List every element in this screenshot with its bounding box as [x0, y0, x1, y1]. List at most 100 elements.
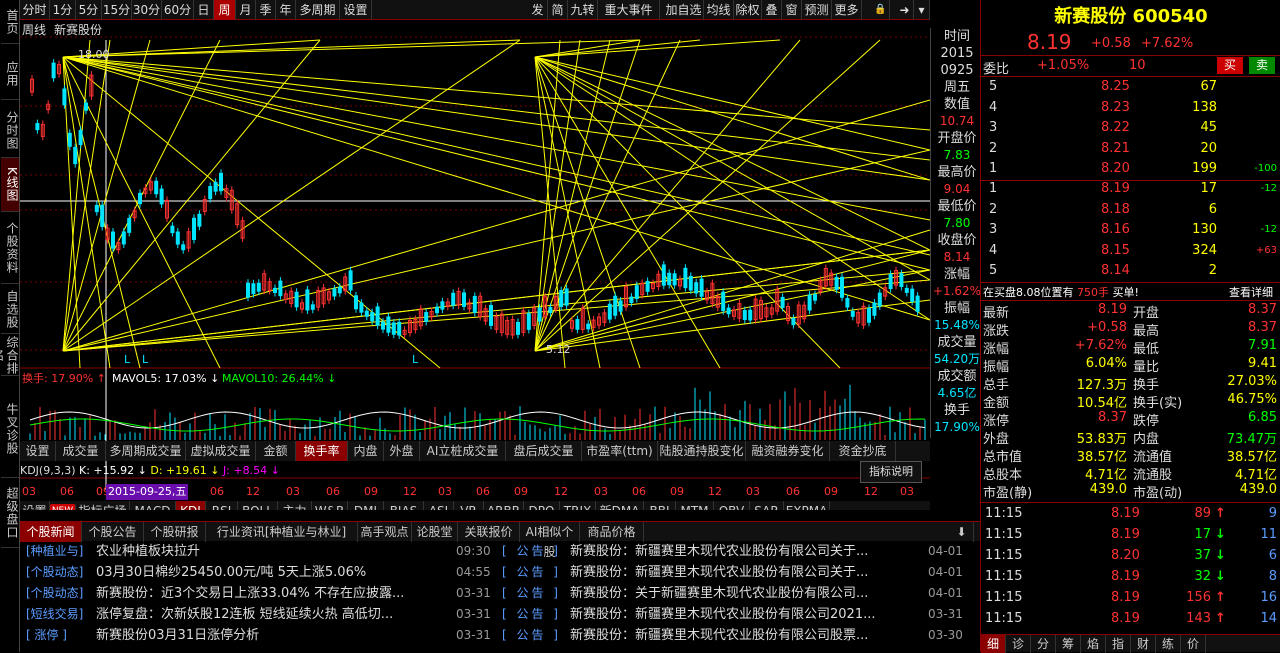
ind-tab-1[interactable]: 成交量: [56, 441, 106, 461]
ind-tab-9[interactable]: 盘后成交量: [506, 441, 582, 461]
sell-button[interactable]: 卖: [1249, 57, 1275, 74]
ind-name-9[interactable]: DMI: [348, 501, 384, 510]
ind-name-20[interactable]: SAR: [750, 501, 784, 510]
toolbar-3[interactable]: 重大事件: [598, 0, 660, 20]
news-ann-2[interactable]: 新赛股份：关于新疆赛里木现代农业股份有限公司...: [570, 583, 916, 604]
ind-name-21[interactable]: EXPMA: [784, 501, 830, 510]
download-icon[interactable]: ⬇: [950, 522, 974, 542]
ind-tab-5[interactable]: 换手率: [296, 441, 348, 461]
quote-tab-7[interactable]: 练: [1156, 635, 1181, 653]
dropdown-icon[interactable]: ▾: [914, 0, 930, 20]
period-3[interactable]: 15分: [102, 0, 132, 20]
ind-tab-4[interactable]: 金额: [256, 441, 296, 461]
news-row-0[interactable]: [种植业与] 农业种植板块拉升 09:30 [ 公告 ] 新赛股份：新疆赛里木现代农业股…: [20, 541, 980, 562]
ind-tab-0[interactable]: 设置: [20, 441, 56, 461]
rail-item-7[interactable]: 牛叉诊股: [1, 380, 19, 478]
rail-item-8[interactable]: 超级盘口: [1, 478, 19, 548]
period-9[interactable]: 季: [256, 0, 276, 20]
period-1[interactable]: 1分: [50, 0, 76, 20]
news-title-4[interactable]: 新赛股份03月31日涨停分析: [96, 625, 456, 646]
quote-tab-8[interactable]: 价: [1181, 635, 1206, 653]
quote-tab-0[interactable]: 细: [981, 635, 1006, 653]
news-tab-3[interactable]: 行业资讯[种植业与林业]: [206, 522, 358, 542]
ind-name-6[interactable]: BOLL: [238, 501, 278, 510]
kline-chart[interactable]: 周线 新赛股份 18.00 5.12 L L L 换手: 17.90% ↑ MAVOL5: 17…: [20, 20, 930, 510]
rail-item-6[interactable]: 综合排名: [0, 336, 19, 376]
ind-tab-3[interactable]: 虚拟成交量: [186, 441, 256, 461]
ind-name-11[interactable]: ASI: [424, 501, 454, 510]
news-tab-1[interactable]: 个股公告: [82, 522, 144, 542]
period-8[interactable]: 月: [236, 0, 256, 20]
ind-tab-2[interactable]: 多周期成交量: [106, 441, 186, 461]
period-5[interactable]: 60分: [162, 0, 194, 20]
ind-name-19[interactable]: OBV: [714, 501, 750, 510]
ind-name-7[interactable]: 主力: [278, 501, 312, 510]
toolbar-4[interactable]: 加自选: [664, 0, 704, 20]
toolbar-6[interactable]: 除权: [734, 0, 762, 20]
ind-tab-12[interactable]: 融资融券变化: [746, 441, 830, 461]
period-10[interactable]: 年: [276, 0, 296, 20]
news-tab-7[interactable]: AI相似个股: [520, 522, 580, 559]
news-row-2[interactable]: [个股动态] 新赛股份：近3个交易日上涨33.04% 不存在应披露... 03-31…: [20, 583, 980, 604]
rail-item-0[interactable]: 首页: [1, 0, 19, 44]
toolbar-1[interactable]: 简: [548, 0, 568, 20]
toolbar-5[interactable]: 均线: [704, 0, 734, 20]
news-ann-3[interactable]: 新赛股份：新疆赛里木现代农业股份有限公司2021...: [570, 604, 916, 625]
news-tab-0[interactable]: 个股新闻: [20, 522, 82, 542]
ind-name-5[interactable]: RSI: [206, 501, 238, 510]
ind-name-14[interactable]: DPO: [524, 501, 560, 510]
news-title-0[interactable]: 农业种植板块拉升: [96, 541, 456, 562]
news-title-3[interactable]: 涨停复盘：次新妖股12连板 短线延续火热 高低切...: [96, 604, 456, 625]
news-ann-1[interactable]: 新赛股份：新疆赛里木现代农业股份有限公司关于...: [570, 562, 916, 583]
quote-tab-1[interactable]: 诊: [1006, 635, 1031, 653]
rail-item-3[interactable]: K线图: [1, 158, 19, 212]
ind-name-0[interactable]: 设置: [20, 501, 50, 510]
ind-name-1[interactable]: NEW: [50, 504, 76, 510]
toolbar-0[interactable]: 发: [528, 0, 548, 20]
ind-name-15[interactable]: TRIX: [560, 501, 596, 510]
ind-name-8[interactable]: W&R: [312, 501, 348, 510]
lock-icon[interactable]: 🔒: [872, 0, 890, 20]
period-11[interactable]: 多周期: [296, 0, 340, 20]
ind-name-17[interactable]: BBI: [644, 501, 676, 510]
ind-tab-6[interactable]: 内盘: [348, 441, 384, 461]
ind-name-10[interactable]: BIAS: [384, 501, 424, 510]
quote-tab-2[interactable]: 分: [1031, 635, 1056, 653]
quote-tab-3[interactable]: 筹: [1056, 635, 1081, 653]
ind-tab-8[interactable]: AI立桩成交量: [420, 441, 506, 461]
ind-tab-7[interactable]: 外盘: [384, 441, 420, 461]
news-ann-0[interactable]: 新赛股份：新疆赛里木现代农业股份有限公司关于...: [570, 541, 916, 562]
news-title-1[interactable]: 03月30日棉纱25450.00元/吨 5天上涨5.06%: [96, 562, 456, 583]
ind-tab-11[interactable]: 陆股通持股变化: [658, 441, 746, 461]
buy-button[interactable]: 买: [1217, 57, 1243, 74]
rail-item-5[interactable]: 自选股: [1, 286, 19, 334]
expand-icon[interactable]: ➜: [896, 0, 914, 20]
ind-name-12[interactable]: VR: [454, 501, 484, 510]
period-4[interactable]: 30分: [132, 0, 162, 20]
kline-svg[interactable]: 周线 新赛股份18.005.12L L L换手: 17.90% ↑ MAVOL5: 17…: [20, 20, 930, 510]
ind-name-3[interactable]: MACD: [130, 501, 176, 510]
news-tab-6[interactable]: 关联报价: [458, 522, 520, 542]
news-ann-4[interactable]: 新赛股份：新疆赛里木现代农业股份有限公司股票...: [570, 625, 916, 646]
toolbar-2[interactable]: 九转: [568, 0, 598, 20]
rail-item-4[interactable]: 个股资料: [1, 212, 19, 284]
news-tab-2[interactable]: 个股研报: [144, 522, 206, 542]
ind-tab-10[interactable]: 市盈率(ttm): [582, 441, 658, 461]
kdj-help-button[interactable]: 指标说明: [860, 461, 922, 483]
toolbar-8[interactable]: 窗: [782, 0, 802, 20]
quote-tab-4[interactable]: 焰: [1081, 635, 1106, 653]
news-row-3[interactable]: [短线交易] 涨停复盘：次新妖股12连板 短线延续火热 高低切... 03-31[ …: [20, 604, 980, 625]
period-7[interactable]: 周: [214, 0, 236, 20]
period-0[interactable]: 分时: [20, 0, 50, 20]
ind-tab-13[interactable]: 资金抄底: [830, 441, 896, 461]
toolbar-10[interactable]: 更多: [832, 0, 862, 20]
ind-name-16[interactable]: 新DMA: [596, 501, 644, 510]
news-tab-4[interactable]: 高手观点: [358, 522, 412, 542]
rail-item-2[interactable]: 分时图: [1, 104, 19, 158]
ind-name-4[interactable]: KDJ: [176, 501, 206, 510]
period-2[interactable]: 5分: [76, 0, 102, 20]
notice-detail-link[interactable]: 查看详细: [1229, 284, 1273, 300]
period-6[interactable]: 日: [194, 0, 214, 20]
news-tab-5[interactable]: 论股堂: [412, 522, 458, 542]
period-12[interactable]: 设置: [340, 0, 372, 20]
